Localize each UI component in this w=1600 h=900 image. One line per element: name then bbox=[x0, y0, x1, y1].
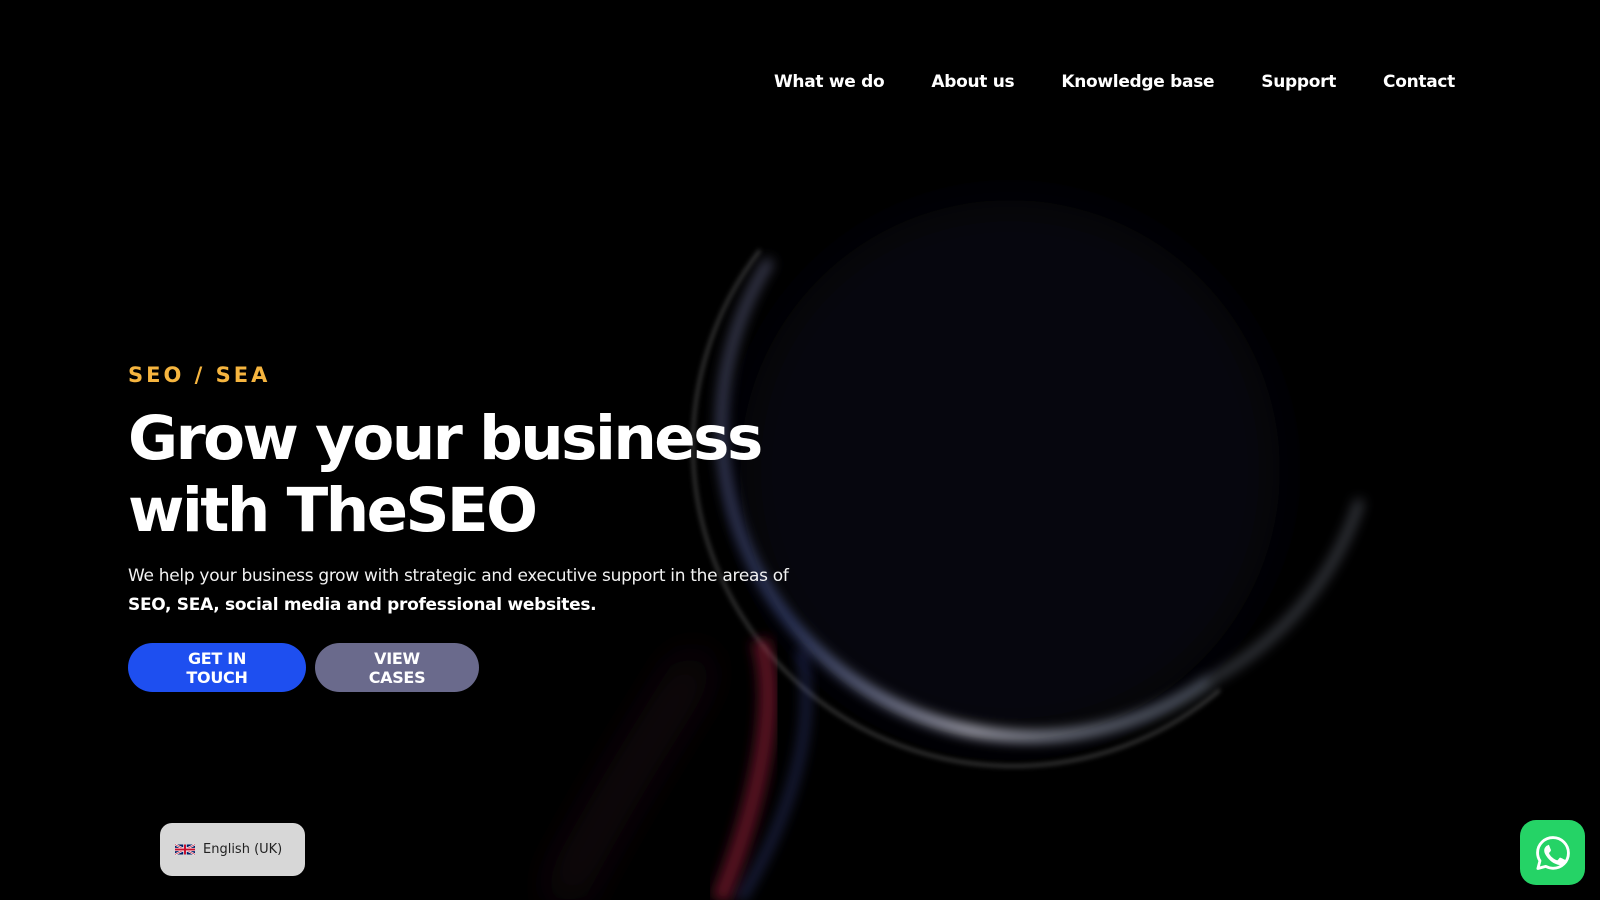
hero-subcopy-lead: We help your business grow with strategi… bbox=[128, 566, 789, 586]
get-in-touch-button[interactable]: GET IN TOUCH bbox=[128, 643, 306, 692]
nav-item-support[interactable]: Support bbox=[1261, 72, 1336, 92]
nav-item-knowledge-base[interactable]: Knowledge base bbox=[1061, 72, 1214, 92]
nav-item-what-we-do[interactable]: What we do bbox=[774, 72, 885, 92]
hero-cta-row: GET IN TOUCH VIEW CASES bbox=[128, 643, 828, 692]
hero-headline-line2: with TheSEO bbox=[128, 475, 538, 546]
language-selector-label: English (UK) bbox=[203, 842, 283, 857]
hero-eyebrow: SEO / SEA bbox=[128, 363, 271, 387]
uk-flag-icon bbox=[175, 843, 195, 856]
nav-item-contact[interactable]: Contact bbox=[1383, 72, 1455, 92]
view-cases-button[interactable]: VIEW CASES bbox=[315, 643, 479, 692]
whatsapp-button[interactable] bbox=[1520, 820, 1585, 885]
nav-item-about-us[interactable]: About us bbox=[931, 72, 1014, 92]
whatsapp-icon bbox=[1535, 835, 1570, 870]
hero-section: SEO / SEA Grow your business with TheSEO… bbox=[128, 363, 828, 692]
language-selector[interactable]: English (UK) bbox=[160, 823, 305, 876]
main-navigation: What we do About us Knowledge base Suppo… bbox=[774, 72, 1455, 92]
hero-subcopy: We help your business grow with strategi… bbox=[128, 562, 798, 620]
hero-headline-line1: Grow your business bbox=[128, 403, 763, 474]
hero-subcopy-bold: SEO, SEA, social media and professional … bbox=[128, 595, 597, 615]
hero-headline: Grow your business with TheSEO bbox=[128, 403, 828, 547]
